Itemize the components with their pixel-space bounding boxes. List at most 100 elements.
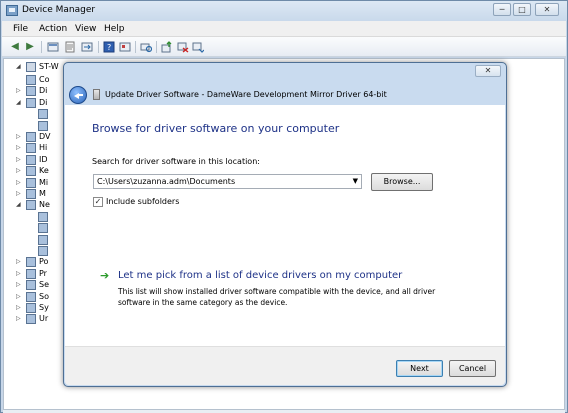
device-category-icon [26, 143, 36, 154]
device-category-icon [26, 303, 36, 313]
disable-device-icon[interactable] [177, 41, 189, 53]
dropdown-arrow-icon[interactable]: ▼ [353, 175, 358, 188]
device-category-icon [26, 280, 36, 291]
device-category-icon [38, 234, 48, 245]
device-category-icon [26, 166, 36, 177]
tree-row-label: So [39, 291, 49, 301]
device-manager-icon [6, 5, 18, 16]
device-category-icon [26, 291, 36, 302]
tree-row-label: Di [39, 97, 48, 107]
tree-row-label: Co [39, 75, 50, 84]
device-category-icon [38, 120, 48, 131]
dialog-footer: Next Cancel [65, 346, 505, 385]
computer-icon [26, 62, 36, 72]
driver-path-combobox[interactable]: C:\Users\zuzanna.adm\Documents ▼ [93, 174, 362, 189]
scan-hardware-icon[interactable] [140, 41, 153, 53]
expand-icon[interactable]: ▷ [16, 156, 22, 163]
include-subfolders-checkbox[interactable]: ✓ [93, 197, 103, 207]
expand-icon[interactable]: ▷ [16, 316, 22, 322]
browse-button[interactable]: Browse... [371, 173, 433, 191]
device-category-icon [26, 314, 36, 325]
device-category-icon [26, 189, 36, 199]
tree-row-label: Mi [39, 177, 49, 187]
instruction-heading: Browse for driver software on your compu… [92, 122, 340, 135]
collapse-icon[interactable]: ◢ [16, 202, 22, 208]
export-icon[interactable] [81, 41, 93, 53]
back-arrow-icon[interactable]: ◀ [9, 41, 21, 53]
device-category-icon [26, 200, 36, 211]
tree-row-label: ID [39, 154, 48, 164]
forward-arrow-icon[interactable]: ▶ [24, 41, 36, 53]
menu-view[interactable]: View [75, 24, 96, 34]
expand-icon[interactable]: ▷ [16, 305, 22, 311]
expand-icon[interactable]: ▷ [16, 168, 22, 174]
toolbar-separator [156, 41, 157, 53]
next-button[interactable]: Next [396, 360, 443, 377]
dialog-body: Browse for driver software on your compu… [65, 105, 505, 346]
back-button-icon[interactable] [69, 86, 87, 104]
device-category-icon [26, 257, 36, 268]
tree-row-label: Pr [39, 268, 47, 278]
device-category-icon [38, 246, 48, 256]
device-category-icon [26, 177, 36, 188]
tree-row-label: Ur [39, 314, 49, 324]
cancel-button[interactable]: Cancel [449, 360, 496, 377]
expand-icon[interactable]: ▷ [16, 88, 22, 94]
menu-bar: File Action View Help [2, 21, 566, 37]
tree-row-label: Ne [39, 200, 50, 210]
menu-action[interactable]: Action [39, 24, 67, 34]
maximize-button[interactable]: □ [513, 3, 531, 16]
device-category-icon [38, 211, 48, 222]
expand-icon[interactable]: ▷ [16, 293, 22, 300]
collapse-icon[interactable]: ◢ [16, 99, 22, 106]
menu-help[interactable]: Help [104, 24, 125, 34]
green-arrow-icon: ➔ [100, 269, 110, 282]
device-category-icon [26, 75, 36, 85]
location-label: Search for driver software in this locat… [92, 157, 260, 166]
device-view-icon[interactable] [47, 41, 59, 53]
tree-row-label: Se [39, 280, 49, 290]
expand-icon[interactable]: ▷ [16, 145, 22, 151]
update-driver-icon[interactable] [161, 41, 173, 53]
driver-device-icon [93, 89, 100, 100]
include-subfolders-label[interactable]: Include subfolders [106, 197, 179, 206]
tree-row-label: Ke [39, 166, 49, 176]
minimize-button[interactable]: ─ [493, 3, 511, 16]
tree-row-label: DV [39, 132, 51, 141]
help-icon[interactable]: ? [103, 41, 115, 53]
resources-icon[interactable] [119, 41, 131, 53]
dialog-header: ✕ Update Driver Software - DameWare Deve… [64, 63, 506, 104]
expand-icon[interactable]: ▷ [16, 179, 22, 186]
expand-icon[interactable]: ▷ [16, 134, 22, 140]
tree-row-label: Hi [39, 143, 48, 153]
device-category-icon [26, 86, 36, 97]
device-category-icon [38, 223, 48, 234]
close-button[interactable]: ✕ [535, 3, 559, 16]
dialog-title: Update Driver Software - DameWare Develo… [105, 90, 387, 99]
properties-icon[interactable] [64, 41, 76, 53]
tree-row-label: M [39, 189, 46, 198]
svg-text:?: ? [107, 43, 111, 52]
path-value: C:\Users\zuzanna.adm\Documents [97, 177, 236, 186]
toolbar: ◀ ▶ ? [2, 37, 566, 57]
tree-row-label: Po [39, 257, 49, 267]
toolbar-separator [135, 41, 136, 53]
device-category-icon [38, 109, 48, 120]
device-category-icon [26, 154, 36, 165]
menu-file[interactable]: File [13, 24, 28, 34]
pick-from-list-description: This list will show installed driver sof… [118, 287, 436, 307]
device-category-icon [26, 268, 36, 279]
device-category-icon [26, 97, 36, 108]
title-bar[interactable]: Device Manager ─ □ ✕ [1, 1, 567, 21]
expand-icon[interactable]: ▷ [16, 282, 22, 288]
update-driver-dialog: ✕ Update Driver Software - DameWare Deve… [63, 62, 507, 387]
toolbar-separator [41, 41, 42, 53]
expand-icon[interactable]: ▷ [16, 270, 22, 277]
uninstall-device-icon[interactable] [192, 41, 205, 53]
pick-from-list-link[interactable]: Let me pick from a list of device driver… [118, 270, 402, 281]
dialog-close-button[interactable]: ✕ [475, 65, 501, 77]
collapse-icon[interactable]: ◢ [16, 64, 22, 70]
tree-row-label: Di [39, 86, 48, 96]
expand-icon[interactable]: ▷ [16, 259, 22, 265]
expand-icon[interactable]: ▷ [16, 191, 22, 197]
